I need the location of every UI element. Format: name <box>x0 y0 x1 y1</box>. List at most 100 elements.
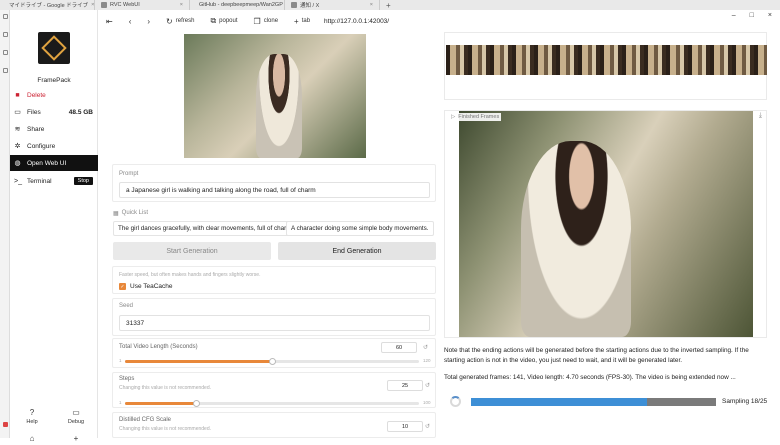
steps-label: Steps <box>119 376 135 382</box>
seed-input[interactable]: 31337 <box>119 315 430 331</box>
debug-button[interactable]: ▭ Debug <box>61 408 91 425</box>
nav-label: Share <box>27 125 45 133</box>
app-icon[interactable] <box>3 422 8 427</box>
maximize-icon[interactable]: □ <box>750 12 754 19</box>
nav-label: Files <box>27 108 41 116</box>
popout-icon: ⧉ <box>210 16 217 25</box>
video-length-fill <box>125 360 272 363</box>
nav-terminal[interactable]: >_ Terminal Stop <box>10 173 98 189</box>
cfg-card: Distilled CFG Scale Changing this value … <box>112 412 436 438</box>
close-icon[interactable]: × <box>370 2 373 8</box>
finished-label: Finished Frames <box>458 114 500 120</box>
browser-tab-github[interactable]: GitHub - deepbeepmeep/Wan2GP × <box>190 0 285 10</box>
reset-icon[interactable]: ↺ <box>425 382 430 389</box>
seed-card: Seed 31337 <box>112 298 436 336</box>
debug-label: Debug <box>67 419 85 425</box>
x-icon <box>291 2 297 8</box>
files-size: 48.5 GB <box>68 108 93 116</box>
teacache-checkbox[interactable]: ✓ <box>119 283 126 290</box>
steps-fill <box>125 402 196 405</box>
input-image[interactable] <box>184 34 366 158</box>
refresh-icon: ↻ <box>166 16 173 26</box>
nav-delete[interactable]: ■ Delete <box>10 87 98 103</box>
progress-text: Sampling 18/25 <box>722 398 768 405</box>
settings-icon[interactable] <box>3 50 8 55</box>
latent-preview <box>444 32 767 100</box>
globe-icon: ◍ <box>14 160 21 167</box>
download-icon[interactable]: ⤓ <box>759 112 762 120</box>
browser-tab-drive[interactable]: マイドライブ - Google ドライブ × <box>0 0 95 10</box>
url-display[interactable]: http://127.0.0.1:42003/ <box>324 18 389 25</box>
close-icon[interactable]: × <box>768 12 772 19</box>
finished-header: ▷ Finished Frames <box>449 113 502 121</box>
clone-button[interactable]: ❐ clone <box>246 17 287 26</box>
new-tab-button[interactable]: + <box>380 1 397 10</box>
debug-icon: ▭ <box>72 408 80 417</box>
video-length-label: Total Video Length (Seconds) <box>119 344 198 350</box>
seed-label: Seed <box>119 303 134 309</box>
gear-icon: ✲ <box>14 143 21 150</box>
generation-status: Total generated frames: 141, Video lengt… <box>444 374 736 381</box>
prompt-card: Prompt a Japanese girl is walking and ta… <box>112 164 436 202</box>
steps-card: Steps Changing this value is not recomme… <box>112 372 436 408</box>
list-icon: ▦ <box>113 211 119 217</box>
sampling-note: Note that the ending actions will be gen… <box>444 347 749 364</box>
stop-button[interactable]: Stop <box>73 177 93 185</box>
wifi-icon: ≋ <box>14 126 21 133</box>
slider-min: 1 <box>119 358 122 363</box>
steps-knob[interactable] <box>192 400 200 407</box>
nav-label: Configure <box>27 142 56 150</box>
popout-label: popout <box>219 18 238 24</box>
browser-side-strip <box>0 10 10 438</box>
exit-button[interactable]: ⇤ <box>98 17 121 26</box>
tab-button[interactable]: + tab <box>286 17 318 26</box>
bookmark-icon[interactable] <box>3 14 8 19</box>
nav-share[interactable]: ≋ Share <box>10 121 98 137</box>
cfg-label: Distilled CFG Scale <box>119 417 172 423</box>
video-icon: ▷ <box>451 114 456 120</box>
trash-icon: ■ <box>15 91 20 99</box>
home-icon: ⌂ <box>29 434 35 443</box>
quick-list-header: ▦ Quick List <box>113 210 148 217</box>
close-icon[interactable]: × <box>180 2 183 8</box>
quick-item[interactable]: A character doing some simple body movem… <box>286 221 434 236</box>
video-length-knob[interactable] <box>269 358 276 365</box>
clone-label: clone <box>263 18 279 24</box>
close-icon[interactable]: × <box>91 2 94 8</box>
nav-files[interactable]: ▭ Files 48.5 GB <box>10 104 98 120</box>
reset-icon[interactable]: ↺ <box>425 423 430 430</box>
quick-item[interactable]: The girl dances gracefully, with clear m… <box>113 221 299 236</box>
steps-hint: Changing this value is not recommended. <box>119 385 211 391</box>
browser-tab-rvc[interactable]: RVC WebUI × <box>95 0 190 10</box>
cfg-hint: Changing this value is not recommended. <box>119 426 211 432</box>
cfg-input[interactable]: 10 <box>387 421 423 432</box>
video-length-input[interactable]: 60 <box>381 342 417 353</box>
video-length-card: Total Video Length (Seconds) 60 ↺ 1 120 <box>112 338 436 368</box>
refresh-label: refresh <box>175 18 195 24</box>
finished-video[interactable] <box>459 111 753 337</box>
end-generation-button[interactable]: End Generation <box>278 242 436 260</box>
slider-max: 120 <box>423 358 431 363</box>
back-button[interactable]: ‹ <box>121 17 140 26</box>
browser-tab-x[interactable]: 通知 / X × <box>285 0 380 10</box>
steps-input[interactable]: 25 <box>387 380 423 391</box>
home-button[interactable]: ⌂ <box>17 434 47 445</box>
nav-configure[interactable]: ✲ Configure <box>10 138 98 154</box>
history-icon[interactable] <box>3 32 8 37</box>
nav-label: Open Web UI <box>27 159 67 167</box>
terminal-icon: >_ <box>14 177 22 185</box>
prompt-input[interactable]: a Japanese girl is walking and talking a… <box>119 182 430 198</box>
forward-button[interactable]: › <box>139 17 158 26</box>
exit-icon: ⇤ <box>106 16 113 26</box>
add-button[interactable]: + <box>61 434 91 445</box>
reset-icon[interactable]: ↺ <box>423 344 428 351</box>
tab-label: 通知 / X <box>300 3 320 9</box>
extension-icon[interactable] <box>3 68 8 73</box>
start-generation-button[interactable]: Start Generation <box>113 242 271 260</box>
help-button[interactable]: ? Help <box>17 408 47 425</box>
minimize-icon[interactable]: – <box>732 12 736 19</box>
popout-button[interactable]: ⧉ popout <box>202 16 245 26</box>
nav-open-web-ui[interactable]: ◍ Open Web UI <box>10 155 98 171</box>
refresh-button[interactable]: ↻ refresh <box>158 17 202 26</box>
tab-label: マイドライブ - Google ドライブ <box>9 3 89 9</box>
